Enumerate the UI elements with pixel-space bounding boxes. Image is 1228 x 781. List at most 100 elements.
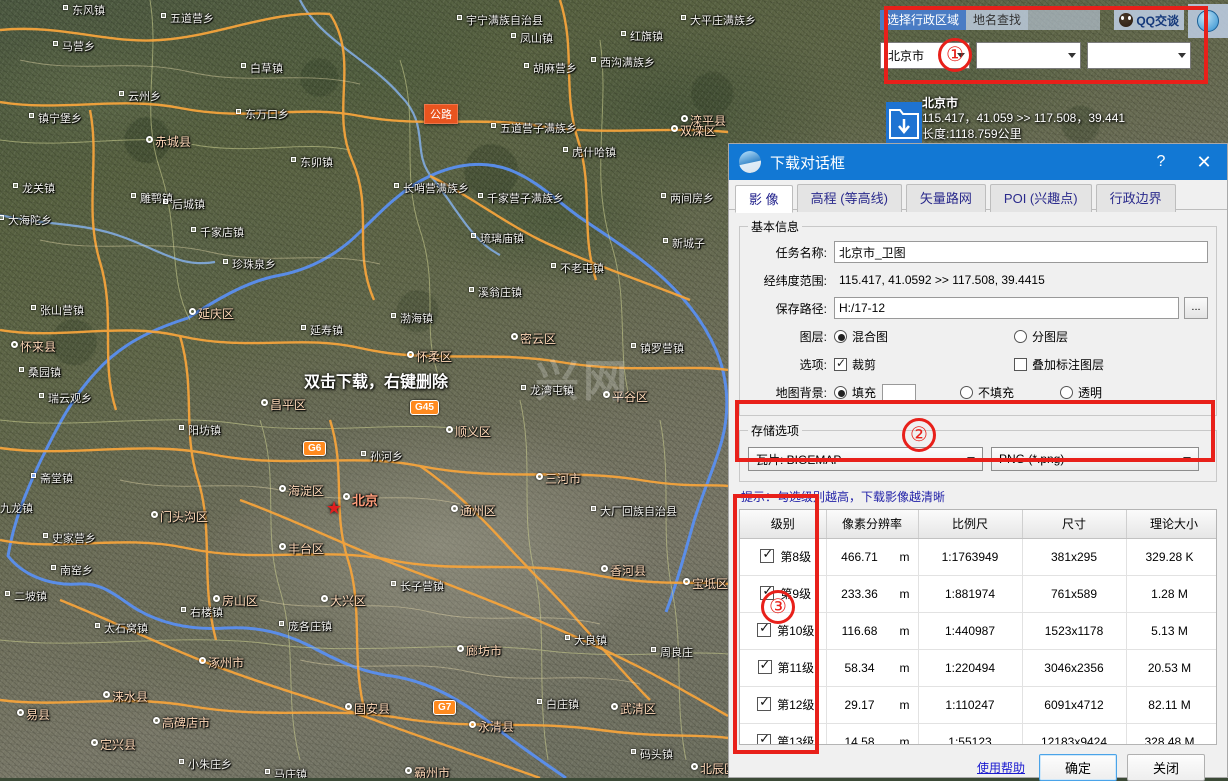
level-cell[interactable]: 第13级 <box>740 723 827 744</box>
level-table[interactable]: 级别像素分辨率比例尺尺寸理论大小 第8级 466.71 m 1:1763949381x… <box>740 510 1216 745</box>
map-place-marker <box>601 565 608 572</box>
qq-chat-button[interactable]: QQ交谈 <box>1114 10 1184 30</box>
map-place-marker <box>565 635 570 640</box>
bg-fill-color-swatch[interactable] <box>882 383 917 401</box>
basic-info-legend: 基本信息 <box>751 220 800 234</box>
level-checkbox[interactable] <box>757 731 772 744</box>
dialog-tab-4[interactable]: 行政边界 <box>1095 184 1176 212</box>
toolbar-tabs[interactable]: 选择行政区域 地名查找 <box>880 10 1101 30</box>
level-table-body[interactable]: 第8级 466.71 m 1:1763949381x295329.28 K 第9级 233… <box>740 538 1216 745</box>
help-icon[interactable]: ? <box>1141 153 1181 171</box>
map-place-marker <box>537 699 542 704</box>
dialog-tab-0[interactable]: 影 像 <box>735 185 793 213</box>
bg-radio-nofill[interactable]: 不填充 <box>960 384 1014 401</box>
layer-radio-mixed[interactable]: 混合图 <box>834 328 1014 345</box>
resolution-unit: m <box>899 734 910 745</box>
region-info-length: 长度:1118.759公里 <box>922 127 1022 141</box>
map-place-marker <box>511 33 516 38</box>
level-cell[interactable]: 第12级 <box>740 686 827 724</box>
map-place-marker <box>29 113 34 118</box>
dialog-tab-3[interactable]: POI (兴趣点) <box>989 184 1092 212</box>
region-search-toolbar[interactable]: 选择行政区域 地名查找 QQ交谈 北京市 <box>880 0 1228 92</box>
close-button[interactable]: 关闭 <box>1127 754 1205 781</box>
level-table-container[interactable]: 级别像素分辨率比例尺尺寸理论大小 第8级 466.71 m 1:1763949381x… <box>739 509 1217 745</box>
map-place-marker <box>43 533 48 538</box>
chevron-down-icon <box>1068 53 1076 58</box>
level-checkbox[interactable] <box>760 546 775 563</box>
level-cell[interactable]: 第8级 <box>740 538 827 576</box>
map-place-marker <box>563 147 568 152</box>
table-row[interactable]: 第10级 116.68 m 1:4409871523x11785.13 M <box>740 612 1216 650</box>
table-row[interactable]: 第8级 466.71 m 1:1763949381x295329.28 K <box>740 538 1216 576</box>
ok-button[interactable]: 确定 <box>1039 754 1117 781</box>
image-format-value: PNG (*.png) <box>999 452 1065 466</box>
table-row[interactable]: 第12级 29.17 m 1:1102476091x471282.11 M <box>740 686 1216 724</box>
district-select[interactable] <box>1087 42 1191 69</box>
download-icon[interactable] <box>886 102 922 144</box>
bg-radio-transparent[interactable]: 透明 <box>1060 384 1102 401</box>
level-cell[interactable]: 第9级 <box>740 575 827 613</box>
save-path-label: 保存路径: <box>775 301 827 316</box>
map-place-marker <box>631 343 636 348</box>
level-label: 第12级 <box>777 698 815 712</box>
scale-cell: 1:1763949 <box>918 538 1023 576</box>
map-place-marker <box>663 238 668 243</box>
usage-help-link[interactable]: 使用帮助 <box>977 759 1025 776</box>
map-place-marker <box>469 287 474 292</box>
close-icon[interactable]: ✕ <box>1181 152 1227 173</box>
option-checkbox-crop-label: 裁剪 <box>852 357 877 372</box>
dialog-tab-bar[interactable]: 影 像高程 (等高线) 矢量路网 POI (兴趣点) 行政边界 <box>729 180 1227 213</box>
level-cell[interactable]: 第11级 <box>740 649 827 687</box>
map-place-marker <box>11 341 18 348</box>
map-place-marker <box>13 183 18 188</box>
resolution-unit: m <box>899 623 910 638</box>
tab-select-region[interactable]: 选择行政区域 <box>880 10 967 30</box>
province-select[interactable]: 北京市 <box>880 42 970 69</box>
map-place-marker <box>279 543 286 550</box>
table-row[interactable]: 第11级 58.34 m 1:2204943046x235620.53 M <box>740 649 1216 687</box>
map-watermark: 兴网 <box>535 357 631 406</box>
task-name-input[interactable]: 北京市_卫图 <box>834 241 1208 263</box>
task-name-row: 任务名称: 北京市_卫图 <box>748 239 1208 265</box>
scale-cell: 1:110247 <box>918 686 1023 724</box>
dialog-tab-1[interactable]: 高程 (等高线) <box>796 184 902 212</box>
dialog-title-bar[interactable]: 下载对话框 ? ✕ <box>729 144 1227 180</box>
map-place-marker <box>343 493 350 500</box>
map-place-marker <box>181 607 186 612</box>
tile-format-select[interactable]: 瓦片: BIGEMAP <box>748 447 983 471</box>
map-place-marker <box>91 739 98 746</box>
map-place-marker <box>681 115 688 122</box>
option-checkbox-crop[interactable]: 裁剪 <box>834 356 1014 373</box>
chevron-down-icon <box>967 456 975 462</box>
table-row[interactable]: 第13级 14.58 m 1:5512312183x9424328.48 M <box>740 723 1216 745</box>
region-selectors[interactable]: 北京市 <box>880 42 1191 69</box>
map-marker-label[interactable]: 公路 <box>424 104 458 124</box>
bg-radio-nofill-label: 不填充 <box>978 385 1015 400</box>
app-logo-icon <box>739 151 761 173</box>
map-place-marker <box>151 511 158 518</box>
map-place-marker <box>19 367 24 372</box>
level-cell[interactable]: 第10级 <box>740 612 827 650</box>
table-row[interactable]: 第9级 233.36 m 1:881974761x5891.28 M <box>740 575 1216 613</box>
layer-radio-split[interactable]: 分图层 <box>1014 328 1068 345</box>
browse-button[interactable]: ... <box>1184 297 1208 319</box>
tab-placename-search[interactable]: 地名查找 <box>966 10 1029 30</box>
map-place-marker <box>95 623 100 628</box>
image-format-select[interactable]: PNG (*.png) <box>991 447 1199 471</box>
save-path-input[interactable]: H:/17-12 <box>834 297 1179 319</box>
map-place-marker <box>51 565 56 570</box>
dialog-tab-2[interactable]: 矢量路网 <box>905 184 986 212</box>
option-checkbox-overlay[interactable]: 叠加标注图层 <box>1014 356 1104 373</box>
scale-cell: 1:220494 <box>918 649 1023 687</box>
level-checkbox[interactable] <box>760 583 775 600</box>
map-place-marker <box>681 15 686 20</box>
bg-radio-fill[interactable]: 填充 <box>834 384 876 401</box>
size-cell: 20.53 M <box>1126 649 1216 687</box>
level-checkbox[interactable] <box>757 620 772 637</box>
map-place-marker <box>671 125 678 132</box>
city-select[interactable] <box>976 42 1081 69</box>
globe-button[interactable] <box>1188 4 1228 38</box>
level-checkbox[interactable] <box>757 694 772 711</box>
download-dialog[interactable]: 下载对话框 ? ✕ 影 像高程 (等高线) 矢量路网 POI (兴趣点) 行政边界 基… <box>728 143 1228 781</box>
level-checkbox[interactable] <box>757 657 772 674</box>
